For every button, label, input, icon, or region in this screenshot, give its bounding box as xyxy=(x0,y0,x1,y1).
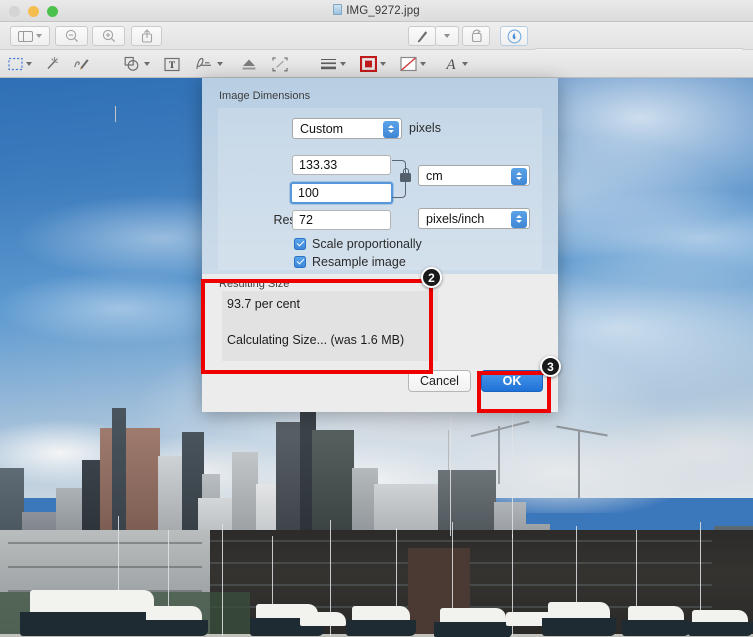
stepper-icon[interactable] xyxy=(511,210,527,228)
svg-text:A: A xyxy=(445,57,456,72)
signature-icon xyxy=(196,57,211,70)
share-icon xyxy=(141,29,152,43)
preview-window: IMG_9272.jpg T A Image Dimensions Custom… xyxy=(0,0,753,637)
sketch-pen-icon xyxy=(74,59,89,70)
scale-proportionally-label: Scale proportionally xyxy=(312,237,422,251)
rotate-button[interactable] xyxy=(462,26,490,46)
share-button[interactable] xyxy=(131,26,162,46)
resolution-input[interactable]: 72 xyxy=(292,210,391,230)
crop-icon xyxy=(272,56,288,71)
shapes-tool[interactable] xyxy=(124,53,150,75)
chevron-down-icon xyxy=(380,62,386,66)
fit-into-unit-label: pixels xyxy=(409,121,441,135)
chevron-down-icon xyxy=(36,34,42,38)
fill-color-swatch-icon xyxy=(400,56,417,72)
width-value: 133.33 xyxy=(299,158,338,172)
annotate-icon xyxy=(507,29,521,43)
annotate-button[interactable] xyxy=(500,26,528,46)
resolution-unit-value: pixels/inch xyxy=(426,211,485,226)
sign-tool[interactable] xyxy=(195,53,223,75)
text-style-tool[interactable]: A xyxy=(443,53,468,75)
dimension-unit-select[interactable]: cm xyxy=(418,165,530,186)
rect-selection-icon xyxy=(8,57,23,71)
resolution-value: 72 xyxy=(299,213,313,227)
window-title: IMG_9272.jpg xyxy=(0,4,753,17)
zoom-in-button[interactable] xyxy=(92,26,125,46)
selection-tool[interactable] xyxy=(8,53,32,75)
shape-style-tool[interactable] xyxy=(320,53,346,75)
resample-image-checkbox[interactable]: Resample image xyxy=(294,255,406,269)
instant-alpha-tool[interactable] xyxy=(44,53,60,75)
height-input[interactable]: 100 xyxy=(290,182,393,204)
zoom-out-button[interactable] xyxy=(55,26,88,46)
chevron-down-icon xyxy=(144,62,150,66)
markup-pen-icon xyxy=(417,31,427,43)
rotate-icon xyxy=(471,29,482,43)
image-file-icon xyxy=(333,4,343,15)
markup-toolbar: T A xyxy=(0,50,753,122)
fit-into-select[interactable]: Custom xyxy=(292,118,402,139)
checkbox-checked-icon xyxy=(294,256,306,268)
fit-into-value: Custom xyxy=(300,121,344,136)
resample-image-label: Resample image xyxy=(312,255,406,269)
fill-color-tool[interactable] xyxy=(400,53,426,75)
text-tool[interactable]: T xyxy=(164,53,180,75)
chevron-down-icon xyxy=(26,62,32,66)
magic-wand-icon xyxy=(47,57,59,70)
sketch-tool[interactable] xyxy=(73,53,90,75)
svg-text:T: T xyxy=(169,61,176,71)
annotation-box-resulting-size xyxy=(201,279,433,374)
chevron-down-icon xyxy=(420,62,426,66)
zoom-out-icon xyxy=(65,29,78,43)
width-input[interactable]: 133.33 xyxy=(292,155,391,175)
window-title-text: IMG_9272.jpg xyxy=(346,5,420,17)
chevron-down-icon xyxy=(462,62,468,66)
dimension-unit-value: cm xyxy=(426,168,443,183)
chevron-down-icon xyxy=(444,34,450,38)
line-weight-icon xyxy=(321,59,336,70)
sidebar-toggle-button[interactable] xyxy=(10,26,50,46)
shapes-icon xyxy=(124,56,139,71)
main-toolbar: Search xyxy=(0,22,753,68)
border-color-tool[interactable] xyxy=(360,53,386,75)
annotation-badge-2: 2 xyxy=(421,267,442,288)
image-dimensions-section: Image Dimensions Fit into: Custom pixels… xyxy=(202,78,558,274)
highlighter-icon xyxy=(242,59,256,69)
checkbox-checked-icon xyxy=(294,238,306,250)
chevron-down-icon xyxy=(340,62,346,66)
font-A-icon: A xyxy=(445,57,456,72)
text-box-icon: T xyxy=(164,57,180,71)
crop-tool[interactable] xyxy=(272,53,288,75)
section-title: Image Dimensions xyxy=(219,90,311,102)
window-titlebar[interactable]: IMG_9272.jpg xyxy=(0,0,753,22)
markup-options-button[interactable] xyxy=(435,26,459,46)
height-value: 100 xyxy=(298,186,319,200)
highlight-tool[interactable] xyxy=(240,53,258,75)
stepper-icon[interactable] xyxy=(511,167,527,185)
annotation-badge-3: 3 xyxy=(540,356,561,377)
zoom-in-icon xyxy=(102,29,115,43)
annotation-box-ok-button xyxy=(477,371,551,413)
scale-proportionally-checkbox[interactable]: Scale proportionally xyxy=(294,237,422,251)
lock-closed-icon xyxy=(400,168,411,182)
chevron-down-icon xyxy=(217,62,223,66)
resolution-unit-select[interactable]: pixels/inch xyxy=(418,208,530,229)
markup-button[interactable] xyxy=(408,26,436,46)
border-color-swatch-icon xyxy=(360,56,377,72)
stepper-icon[interactable] xyxy=(383,120,399,138)
sidebar-toggle-icon xyxy=(18,30,33,42)
